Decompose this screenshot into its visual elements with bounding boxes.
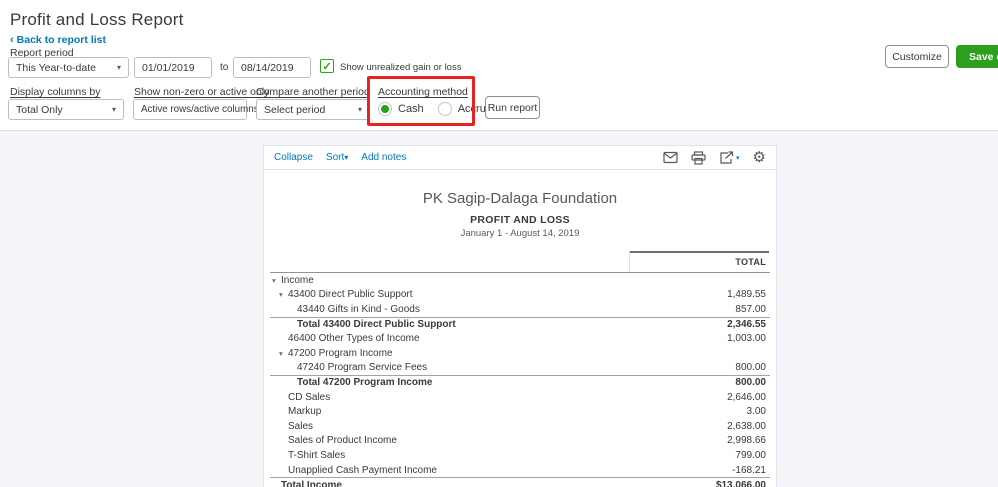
email-icon[interactable] (663, 151, 678, 164)
row-value[interactable]: 1,003.00 (727, 333, 766, 344)
compare-period-select[interactable]: Select period▾ (256, 99, 370, 120)
row-value[interactable]: 800.00 (735, 362, 766, 373)
row-label: Total 47200 Program Income (297, 377, 432, 388)
table-row: CD Sales 2,646.00 (270, 390, 770, 405)
row-label: 43400 Direct Public Support (288, 289, 413, 300)
row-value[interactable]: $13,066.00 (716, 480, 766, 487)
row-label: 46400 Other Types of Income (288, 333, 420, 344)
chevron-down-icon: ▾ (736, 154, 740, 162)
row-value[interactable]: 1,489.55 (727, 289, 766, 300)
total-column-header: TOTAL (735, 257, 766, 267)
row-value[interactable]: 800.00 (735, 377, 766, 388)
table-row: Total 47200 Program Income 800.00 (270, 375, 770, 390)
company-name: PK Sagip-Dalaga Foundation (264, 190, 776, 207)
table-row: ▾47200 Program Income (270, 346, 770, 361)
row-value[interactable]: -168.21 (732, 465, 766, 476)
table-row: Total Income $13,066.00 (270, 477, 770, 487)
table-row: Total 43400 Direct Public Support 2,346.5… (270, 317, 770, 332)
row-label: Total 43400 Direct Public Support (297, 319, 456, 330)
end-date-input[interactable]: 08/14/2019 (233, 57, 311, 78)
table-row: Markup 3.00 (270, 404, 770, 419)
toolbar-icons: ▾ ⚙ (663, 150, 766, 165)
row-value[interactable]: 2,646.00 (727, 392, 766, 403)
table-header: TOTAL (264, 251, 776, 273)
run-report-button[interactable]: Run report (485, 96, 540, 119)
row-value[interactable]: 2,346.55 (727, 319, 766, 330)
chevron-down-icon: ▾ (107, 105, 116, 114)
expand-collapse-caret-icon[interactable]: ▾ (272, 276, 281, 285)
row-label: Total Income (281, 480, 342, 487)
page-title: Profit and Loss Report (10, 10, 184, 30)
row-label: 47200 Program Income (288, 348, 393, 359)
report-period-select[interactable]: This Year-to-date▾ (8, 57, 129, 78)
chevron-down-icon: ▾ (344, 153, 348, 162)
export-icon[interactable]: ▾ (719, 151, 740, 165)
show-unrealized-checkbox[interactable]: ✓ (320, 59, 334, 73)
add-notes-link[interactable]: Add notes (361, 152, 406, 163)
row-value[interactable]: 857.00 (735, 304, 766, 315)
row-label: 43440 Gifts in Kind - Goods (297, 304, 420, 315)
row-value[interactable]: 3.00 (747, 406, 766, 417)
row-label: Sales (288, 421, 313, 432)
radio-selected-icon (378, 102, 392, 116)
radio-unselected-icon (438, 102, 452, 116)
accounting-method-group: Cash Accrual (378, 102, 494, 116)
table-row: ▾43400 Direct Public Support 1,489.55 (270, 288, 770, 303)
to-label: to (220, 62, 228, 73)
compare-period-label: Compare another period (256, 86, 370, 98)
back-chevron-icon: ‹ (10, 34, 14, 46)
total-column-divider (629, 251, 630, 273)
expand-collapse-caret-icon[interactable]: ▾ (279, 290, 288, 299)
row-label: CD Sales (288, 392, 330, 403)
expand-collapse-caret-icon[interactable]: ▾ (279, 349, 288, 358)
row-label: Markup (288, 406, 321, 417)
table-header-underline (270, 272, 770, 273)
display-columns-select[interactable]: Total Only▾ (8, 99, 124, 120)
row-label: T-Shirt Sales (288, 450, 345, 461)
report-header: Profit and Loss Report ‹Back to report l… (0, 0, 998, 131)
row-label: Income (281, 275, 314, 286)
row-label: Unapplied Cash Payment Income (288, 465, 437, 476)
profit-and-loss-report-page: { "colors":{ "accent-green":"#2ca01c", "… (0, 0, 998, 487)
table-row: 47240 Program Service Fees 800.00 (270, 361, 770, 376)
accounting-method-highlight-box (367, 76, 475, 126)
row-value[interactable]: 2,638.00 (727, 421, 766, 432)
customize-button[interactable]: Customize (885, 45, 949, 68)
back-to-report-list-link[interactable]: ‹Back to report list (10, 34, 106, 46)
print-icon[interactable] (691, 151, 706, 165)
nonzero-select[interactable]: Active rows/active columns▾ (133, 99, 247, 120)
row-label: 47240 Program Service Fees (297, 362, 427, 373)
display-columns-label: Display columns by (10, 86, 100, 98)
sort-link[interactable]: Sort▾ (326, 152, 348, 163)
row-value[interactable]: 2,998.66 (727, 435, 766, 446)
accounting-method-label: Accounting method (378, 86, 468, 98)
row-value[interactable]: 799.00 (735, 450, 766, 461)
chevron-down-icon: ▾ (353, 105, 362, 114)
table-row: 46400 Other Types of Income 1,003.00 (270, 331, 770, 346)
report-date-range: January 1 - August 14, 2019 (264, 228, 776, 239)
settings-gear-icon[interactable]: ⚙ (753, 150, 766, 165)
report-toolbar: Collapse Sort▾ Add notes ▾ ⚙ (264, 146, 776, 170)
cash-radio[interactable]: Cash (378, 102, 424, 116)
report-card: Collapse Sort▾ Add notes ▾ ⚙ PK S (263, 145, 777, 487)
report-title: PROFIT AND LOSS (264, 214, 776, 226)
table-row: T-Shirt Sales 799.00 (270, 448, 770, 463)
row-label: Sales of Product Income (288, 435, 397, 446)
table-row: 43440 Gifts in Kind - Goods 857.00 (270, 302, 770, 317)
collapse-link[interactable]: Collapse (274, 152, 313, 163)
start-date-input[interactable]: 01/01/2019 (134, 57, 212, 78)
table-row: Sales of Product Income 2,998.66 (270, 434, 770, 449)
chevron-down-icon: ▾ (112, 63, 121, 72)
table-row: Unapplied Cash Payment Income -168.21 (270, 463, 770, 478)
show-unrealized-label: Show unrealized gain or loss (340, 62, 461, 73)
checkmark-icon: ✓ (322, 60, 331, 73)
table-row: ▾Income (270, 273, 770, 288)
save-customization-button[interactable]: Save customization (956, 45, 998, 68)
table-row: Sales 2,638.00 (270, 419, 770, 434)
nonzero-label: Show non-zero or active only (134, 86, 269, 98)
total-column-topline (629, 251, 769, 253)
report-table-body: ▾Income▾43400 Direct Public Support1,489… (264, 273, 776, 487)
